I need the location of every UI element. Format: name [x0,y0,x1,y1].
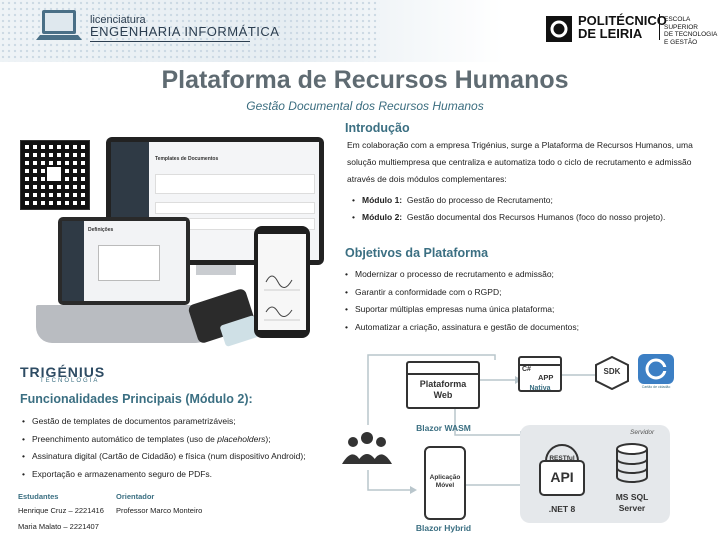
objectives-list: Modernizar o processo de recrutamento e … [345,266,705,336]
web-caption: Blazor WASM [416,423,471,433]
features-list: Gestão de templates de documentos parame… [22,413,342,483]
feature-item: Gestão de templates de documentos parame… [22,413,342,431]
module-label: Módulo 1: [362,195,403,205]
sdk-icon: SDK [594,356,630,390]
features-heading: Funcionalidades Principais (Módulo 2): [20,392,253,406]
server-label: Servidor [630,429,655,436]
monitor-stand [196,265,236,275]
qr-center-logo [47,167,61,181]
module-text: Gestão do processo de Recrutamento; [406,195,553,205]
users-icon [342,432,392,464]
student-name: Maria Malato – 2221407 [18,522,99,531]
sdk-label: SDK [603,367,621,376]
course-underline [90,41,250,42]
web-platform-node: Plataforma Web [406,361,480,409]
database-icon [616,443,648,483]
politecnico-line-2: DE LEIRIA [578,26,643,41]
poster-subtitle: Gestão Documental dos Recursos Humanos [246,99,484,113]
intro-modules-list: Módulo 1: Gestão do processo de Recrutam… [352,192,702,226]
laptop-logo-icon [36,10,82,40]
school-name: ESCOLA SUPERIOR DE TECNOLOGIA E GESTÃO [664,16,720,46]
citizen-card-logo [638,354,674,384]
politecnico-logo-mark [546,16,572,42]
feature-item: Preenchimento automático de templates (u… [22,431,342,449]
module-item: Módulo 1: Gestão do processo de Recrutam… [352,192,702,209]
module-text: Gestão documental dos Recursos Humanos (… [406,212,666,222]
objective-item: Modernizar o processo de recrutamento e … [345,266,705,284]
feature-text: Preenchimento automático de templates (u… [32,433,218,444]
laptop-keyboard [36,305,212,343]
laptop-screen-title: Definições [88,227,114,233]
native-app-caption: Nativa [529,385,551,392]
objective-item: Automatizar a criação, assinatura e gest… [345,319,705,337]
app-label: APP [538,373,554,382]
phone-screen [258,234,306,330]
module-label: Módulo 2: [362,212,403,222]
feature-text: Gestão de templates de documentos parame… [32,416,236,426]
feature-emphasis: placeholders [217,433,266,444]
database-label: MS SQL Server [604,492,660,514]
web-node-line-2: Web [433,390,453,400]
feature-text-end: ); [265,433,271,444]
api-top-label: RESTful [549,455,575,462]
logo-divider [659,14,660,40]
mobile-caption: Blazor Hybrid [415,523,472,533]
politecnico-name: POLITÉCNICO DE LEIRIA [578,14,667,40]
poster-title: Plataforma de Recursos Humanos [161,66,569,94]
csharp-label: C# [522,366,531,373]
module-item: Módulo 2: Gestão documental dos Recursos… [352,209,702,226]
advisor-name: Professor Marco Monteiro [116,506,203,515]
students-list: Henrique Cruz – 2221416 Maria Malato – 2… [18,503,104,535]
student-name: Henrique Cruz – 2221416 [18,506,104,515]
objectives-heading: Objetivos da Plataforma [345,246,489,260]
feature-text: Assinatura digital (Cartão de Cidadão) e… [32,451,306,461]
course-name: ENGENHARIA INFORMÁTICA [90,24,280,39]
school-line-2: DE TECNOLOGIA [664,31,718,38]
api-label: API [550,469,574,485]
intro-paragraph: Em colaboração com a empresa Trigénius, … [347,140,693,184]
mobile-node-line-1: Aplicação [429,474,461,481]
web-node-line-1: Plataforma [419,379,467,389]
objective-item: Suportar múltiplas empresas numa única p… [345,301,705,319]
advisor-label: Orientador [116,492,155,501]
intro-heading: Introdução [345,121,410,135]
database-line-1: MS SQL [615,492,649,502]
feature-item: Exportação e armazenamento seguro de PDF… [22,466,342,484]
feature-item: Assinatura digital (Cartão de Cidadão) e… [22,448,342,466]
database-line-2: Server [618,503,646,513]
laptop-screen: Definições [62,221,186,301]
dotnet-label: .NET 8 [548,504,576,514]
mobile-node-line-2: Móvel [435,482,455,489]
objective-item: Garantir a conformidade com o RGPD; [345,284,705,302]
api-icon: RESTful API [536,441,588,501]
citizen-card-caption: Cartão de cidadão [641,385,671,389]
mobile-app-node: Aplicação Móvel [424,446,466,520]
desktop-screen-title: Templates de Documentos [155,156,219,162]
students-label: Estudantes [18,492,59,501]
school-line-3: E GESTÃO [664,38,698,46]
trigenius-subtitle: TECNOLOGIA [40,378,100,384]
feature-text: Exportação e armazenamento seguro de PDF… [32,468,213,479]
school-line-1: ESCOLA SUPERIOR [664,16,698,31]
